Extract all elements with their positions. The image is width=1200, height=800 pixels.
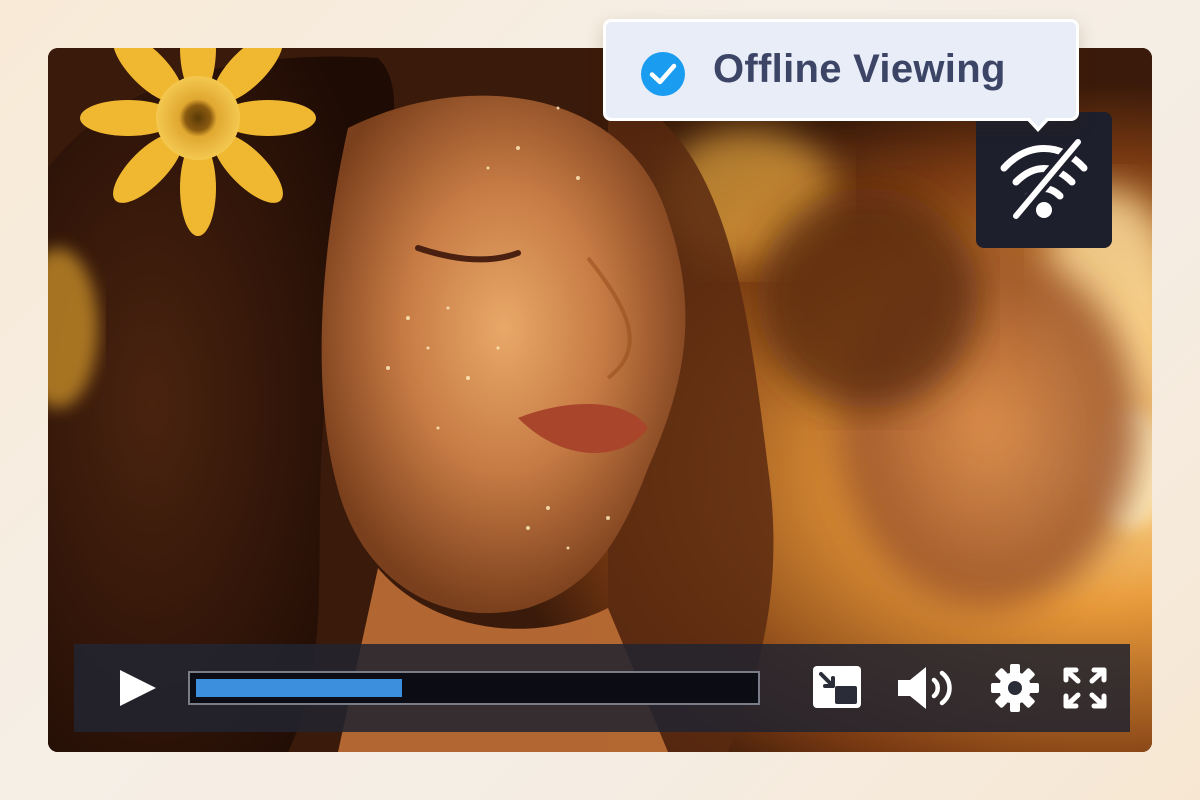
check-circle-icon (641, 52, 685, 96)
play-icon[interactable] (116, 668, 160, 708)
progress-bar-fill (196, 679, 402, 697)
wifi-off-icon (1000, 135, 1088, 223)
progress-bar[interactable] (188, 671, 760, 705)
gear-icon[interactable] (990, 663, 1040, 713)
picture-in-picture-icon[interactable] (811, 664, 863, 710)
tooltip-pointer-fill (1028, 116, 1048, 127)
fullscreen-icon[interactable] (1062, 666, 1108, 710)
offline-status-badge[interactable] (976, 112, 1112, 248)
offline-viewing-label: Offline Viewing (713, 47, 1006, 91)
volume-icon[interactable] (896, 664, 958, 712)
offline-viewing-tooltip: Offline Viewing (603, 19, 1079, 121)
